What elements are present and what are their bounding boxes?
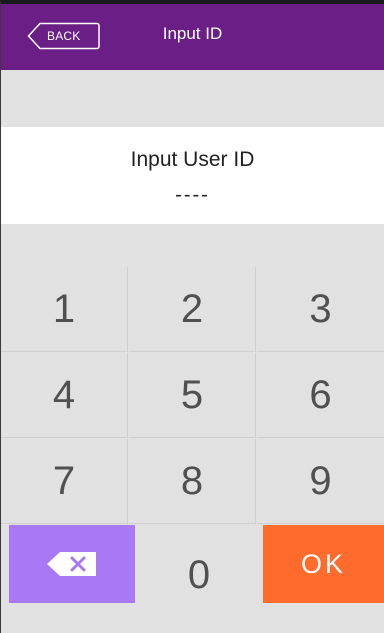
prompt-panel: Input User ID ---- <box>1 127 384 224</box>
page-title: Input ID <box>162 24 223 43</box>
key-4[interactable]: 4 <box>1 353 128 438</box>
key-2[interactable]: 2 <box>129 267 256 352</box>
key-6[interactable]: 6 <box>257 353 384 438</box>
ok-button[interactable]: OK <box>263 525 384 603</box>
delete-key[interactable] <box>9 525 135 603</box>
key-9[interactable]: 9 <box>257 439 384 524</box>
status-band <box>1 70 384 127</box>
input-id-screen: BACK Input ID Input User ID ---- 1 2 3 4… <box>0 0 384 633</box>
key-1[interactable]: 1 <box>1 267 128 352</box>
header-bar: BACK Input ID <box>1 4 384 70</box>
prompt-label: Input User ID <box>130 148 255 171</box>
key-0[interactable]: 0 <box>135 525 263 625</box>
user-id-display: ---- <box>175 184 210 206</box>
key-5[interactable]: 5 <box>129 353 256 438</box>
key-7[interactable]: 7 <box>1 439 128 524</box>
key-3[interactable]: 3 <box>257 267 384 352</box>
numeric-keypad: 1 2 3 4 5 6 7 8 9 0 OK <box>1 224 384 633</box>
backspace-icon <box>47 552 96 576</box>
key-8[interactable]: 8 <box>129 439 256 524</box>
